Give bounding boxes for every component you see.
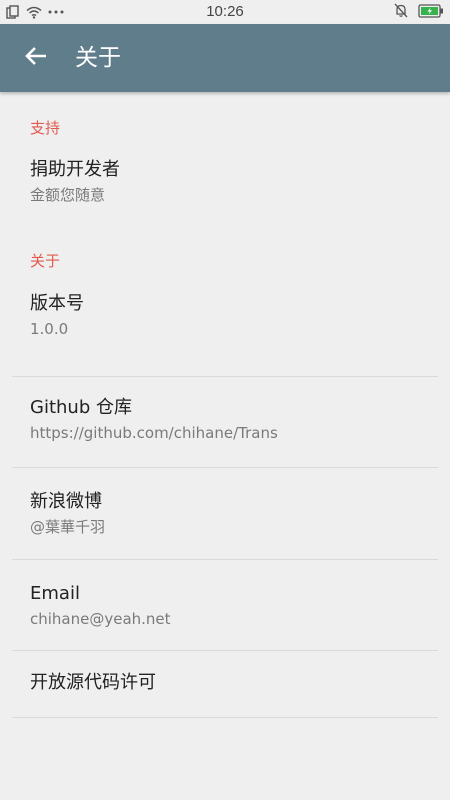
pref-summary: https://github.com/chihane/Trans	[30, 424, 278, 442]
pref-summary: chihane@yeah.net	[30, 610, 171, 628]
pref-summary: 金额您随意	[30, 186, 106, 204]
pref-title: 新浪微博	[30, 491, 102, 512]
battery-charging-icon	[418, 3, 444, 22]
pref-item-email[interactable]: Email chihane@yeah.net	[0, 560, 450, 650]
pref-title: 版本号	[30, 293, 84, 314]
status-right-icons	[394, 3, 444, 22]
pref-summary: 1.0.0	[30, 320, 69, 338]
page-title: 关于	[75, 45, 121, 71]
pref-item-weibo[interactable]: 新浪微博 @葉華千羽	[0, 468, 450, 559]
status-bar: 10:26	[0, 0, 450, 24]
preferences-list: 支持 捐助开发者 金额您随意 关于 版本号 1.0.0 Github 仓库 ht…	[0, 92, 450, 718]
divider	[12, 717, 438, 718]
pref-item-licenses[interactable]: 开放源代码许可	[0, 651, 450, 717]
section-header-about: 关于	[30, 252, 61, 270]
app-bar: 关于	[0, 24, 450, 92]
pref-item-version[interactable]: 版本号 1.0.0	[0, 285, 450, 376]
mute-bell-icon	[394, 3, 408, 22]
pref-title: 开放源代码许可	[30, 672, 156, 693]
pref-title: Email	[30, 583, 80, 604]
pref-item-donate[interactable]: 捐助开发者 金额您随意	[0, 152, 450, 239]
status-time: 10:26	[206, 3, 244, 20]
pref-item-github[interactable]: Github 仓库 https://github.com/chihane/Tra…	[0, 377, 450, 467]
pref-summary: @葉華千羽	[30, 518, 106, 536]
pref-title: Github 仓库	[30, 397, 132, 418]
back-button[interactable]	[16, 38, 56, 78]
arrow-left-icon	[25, 46, 47, 70]
section-header-support: 支持	[30, 119, 61, 137]
pref-title: 捐助开发者	[30, 159, 120, 180]
